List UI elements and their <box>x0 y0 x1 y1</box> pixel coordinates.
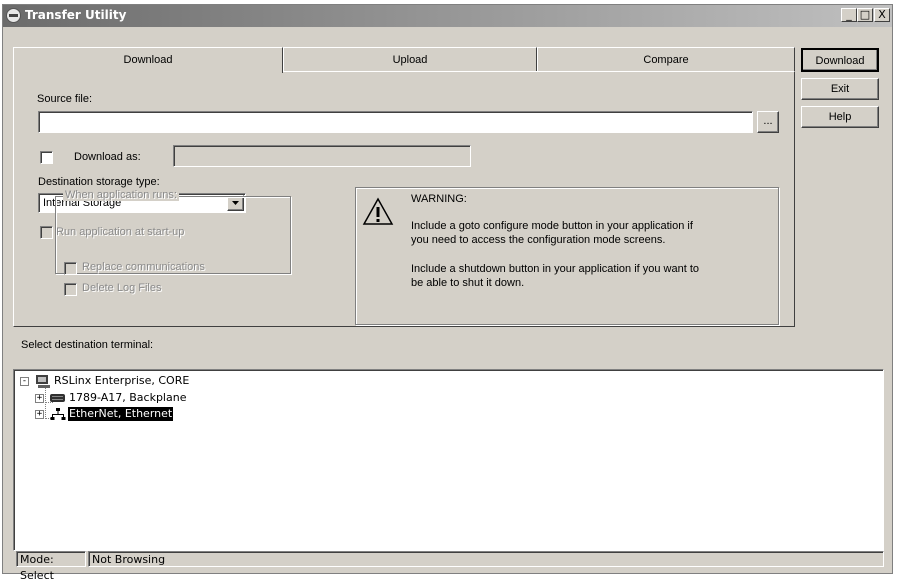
tree-node-label: 1789-A17, Backplane <box>69 391 187 404</box>
destination-storage-label: Destination storage type: <box>38 176 160 188</box>
warning-paragraph-1-line-1: Include a goto configure mode button in … <box>411 220 693 232</box>
minimize-button[interactable]: _ <box>841 8 857 22</box>
source-file-label: Source file: <box>37 93 93 105</box>
backplane-icon <box>50 394 65 402</box>
status-browsing: Not Browsing <box>88 551 884 567</box>
maximize-button[interactable]: □ <box>857 8 873 22</box>
download-as-label: Download as: <box>74 151 141 163</box>
replace-communications-checkbox[interactable] <box>64 262 77 275</box>
download-button[interactable]: Download <box>801 48 879 72</box>
warning-paragraph-2-line-2: be able to shut it down. <box>411 277 525 289</box>
run-at-startup-checkbox[interactable] <box>40 226 53 239</box>
expand-expander-icon[interactable]: + <box>35 410 44 419</box>
status-mode: Mode: Select <box>16 551 86 582</box>
terminal-tree[interactable]: - RSLinx Enterprise, CORE + 1789-A17, Ba… <box>13 369 884 551</box>
replace-communications-label: Replace communications <box>82 261 205 273</box>
status-bar: Mode: Select Not Browsing <box>16 551 885 582</box>
delete-log-files-label: Delete Log Files <box>82 282 162 294</box>
collapse-expander-icon[interactable]: - <box>20 377 29 386</box>
select-destination-terminal-label: Select destination terminal: <box>21 339 154 351</box>
window-title: Transfer Utility <box>25 8 127 22</box>
download-as-checkbox[interactable] <box>40 151 53 164</box>
warning-heading: WARNING: <box>411 193 467 205</box>
tree-node-label: RSLinx Enterprise, CORE <box>54 374 190 387</box>
source-file-input[interactable] <box>38 111 753 133</box>
tab-upload[interactable]: Upload <box>283 47 537 71</box>
warning-box <box>355 187 779 325</box>
delete-log-files-checkbox[interactable] <box>64 283 77 296</box>
transfer-utility-window: Transfer Utility _ □ X Download Upload C… <box>2 4 893 582</box>
tab-download[interactable]: Download <box>13 47 283 73</box>
tab-compare[interactable]: Compare <box>537 47 795 71</box>
warning-paragraph-2-line-1: Include a shutdown button in your applic… <box>411 263 700 275</box>
network-icon <box>50 408 66 420</box>
warning-triangle-icon <box>362 197 394 225</box>
help-button[interactable]: Help <box>801 106 879 128</box>
expand-expander-icon[interactable]: + <box>35 394 44 403</box>
close-button[interactable]: X <box>874 8 890 22</box>
tab-strip: Download Upload Compare <box>13 47 795 73</box>
computer-icon <box>36 375 50 388</box>
title-bar[interactable]: Transfer Utility _ □ X <box>3 5 892 27</box>
when-application-runs-legend: When application runs: <box>63 189 179 201</box>
warning-paragraph-1-line-2: you need to access the configuration mod… <box>411 234 666 246</box>
download-as-input[interactable] <box>173 145 471 167</box>
exit-button[interactable]: Exit <box>801 78 879 100</box>
browse-button[interactable]: ... <box>757 111 779 133</box>
tree-node-label-selected: EtherNet, Ethernet <box>68 407 174 421</box>
transfer-utility-app-icon <box>6 8 21 23</box>
